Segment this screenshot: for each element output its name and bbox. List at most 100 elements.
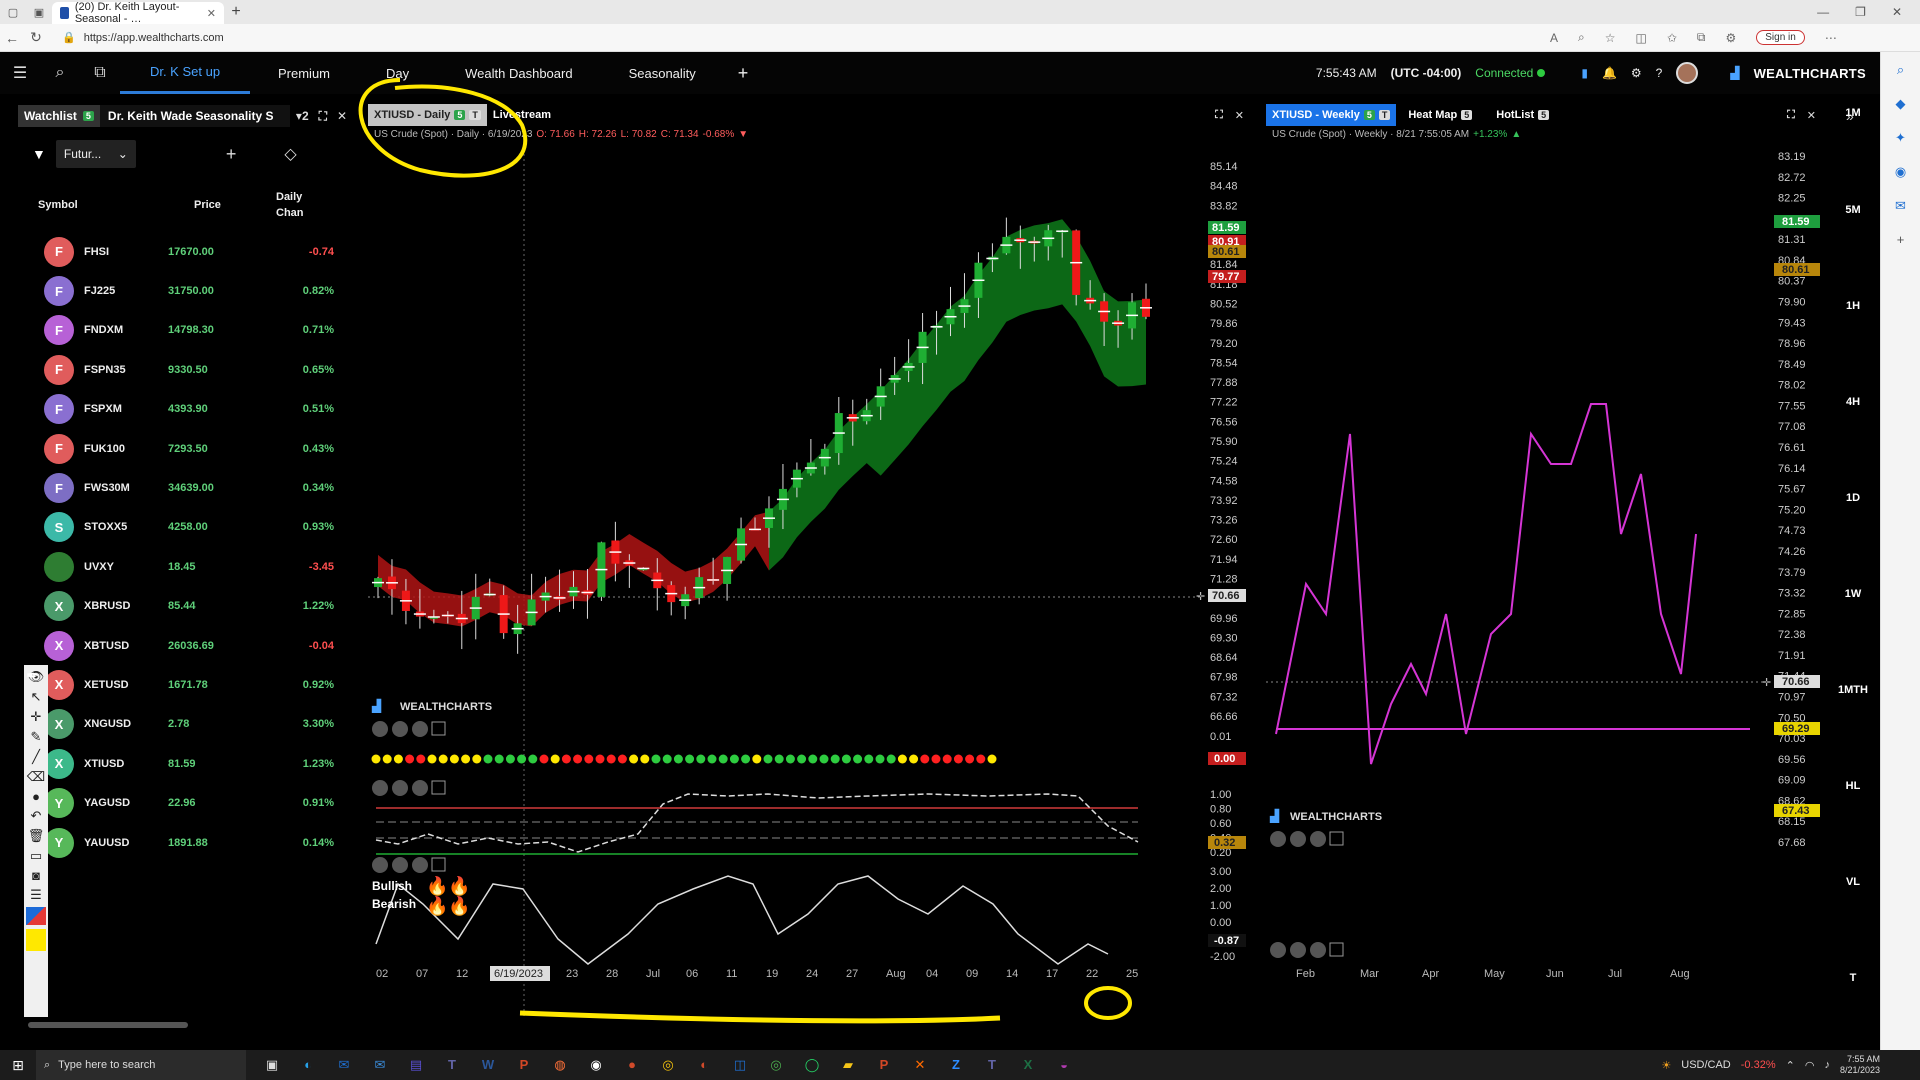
filter-icon[interactable]: ▼ xyxy=(32,146,46,162)
taskbar-search[interactable]: ⌕ Type here to search xyxy=(36,1050,246,1080)
timeframe-1w[interactable]: 1W xyxy=(1826,588,1880,600)
word-icon[interactable]: W xyxy=(476,1057,500,1073)
powerpoint2-icon[interactable]: P xyxy=(872,1057,896,1073)
taskbar-clock[interactable]: 7:55 AM 8/21/2023 xyxy=(1840,1054,1880,1076)
tag-icon[interactable]: ◇ xyxy=(284,144,296,164)
maximize-icon[interactable]: ⛶ xyxy=(1215,109,1223,122)
tab-watchlist[interactable]: Watchlist 5 xyxy=(18,105,100,127)
pane-add-icon[interactable] xyxy=(431,721,446,736)
col-price[interactable]: Price xyxy=(168,199,276,211)
watchlist-row[interactable]: F FNDXM 14798.30 0.71% xyxy=(18,311,356,350)
menu-icon[interactable]: ☰ xyxy=(0,63,40,83)
outlook2-icon[interactable]: ◫ xyxy=(728,1057,752,1073)
windows-start-icon[interactable]: ⊞ xyxy=(0,1057,36,1074)
pen-icon[interactable]: ✎ xyxy=(31,729,42,745)
color-palette-icon[interactable] xyxy=(26,907,46,925)
firefox-icon[interactable]: ◍ xyxy=(548,1057,572,1073)
search-icon[interactable]: ⌕ xyxy=(40,64,80,82)
pane-control-icon[interactable] xyxy=(1270,831,1286,847)
sign-in-button[interactable]: Sign in xyxy=(1756,30,1805,45)
tab-hotlist[interactable]: HotList 5 xyxy=(1490,104,1555,126)
tab-seasonality-watchlist[interactable]: Dr. Keith Wade Seasonality S xyxy=(99,105,290,127)
timeframe-5m[interactable]: 5M xyxy=(1826,204,1880,216)
tab-premium[interactable]: Premium xyxy=(250,52,358,94)
line-tool-icon[interactable]: ╱ xyxy=(32,749,40,765)
pane-add-icon[interactable] xyxy=(1329,831,1344,846)
watchlist-row[interactable]: F FHSI 17670.00 -0.74 xyxy=(18,232,356,271)
weekly-chart-canvas[interactable]: 83.1982.7282.2581.7881.3180.8480.3779.90… xyxy=(1266,144,1824,1034)
new-tab-icon[interactable]: + xyxy=(224,3,248,21)
tab-heat-map[interactable]: Heat Map 5 xyxy=(1402,104,1478,126)
timeframe-hl[interactable]: HL xyxy=(1826,780,1880,792)
watchlist-row[interactable]: F FSPXM 4393.90 0.51% xyxy=(18,390,356,429)
watchlist-row[interactable]: F FWS30M 34639.00 0.34% xyxy=(18,468,356,507)
watchlist-row[interactable]: X XBRUSD 85.44 1.22% xyxy=(18,587,356,626)
sidebar-tools-icon[interactable]: ✦ xyxy=(1895,130,1906,146)
sidebar-search-icon[interactable]: ⌕ xyxy=(1897,62,1904,78)
col-symbol[interactable]: Symbol xyxy=(18,199,168,211)
watchlist-row[interactable]: X XTIUSD 81.59 1.23% xyxy=(18,744,356,783)
timeframe-t[interactable]: T xyxy=(1826,972,1880,984)
sidebar-add-icon[interactable]: + xyxy=(1897,232,1905,247)
undo-icon[interactable]: ↶ xyxy=(31,808,42,824)
eye-icon[interactable]: 👁 xyxy=(28,669,45,685)
pane-control-icon[interactable] xyxy=(1270,942,1286,958)
outlook-icon[interactable]: ✉ xyxy=(332,1057,356,1073)
cursor-icon[interactable]: ↖ xyxy=(31,689,42,705)
close-panel-icon[interactable]: ✕ xyxy=(1807,109,1816,122)
pane-control-icon[interactable] xyxy=(392,780,408,796)
close-window-icon[interactable]: ✕ xyxy=(1892,5,1902,19)
highlight-color-swatch[interactable] xyxy=(26,929,46,951)
close-tab-icon[interactable]: ✕ xyxy=(207,7,216,20)
timeframe-1mth[interactable]: 1MTH xyxy=(1826,684,1880,696)
timeframe-4h[interactable]: 4H xyxy=(1826,396,1880,408)
timeframe-1d[interactable]: 1D xyxy=(1826,492,1880,504)
dot-icon[interactable]: ● xyxy=(32,789,40,804)
more-icon[interactable]: ⋯ xyxy=(1825,31,1837,45)
favorite-star-icon[interactable]: ☆ xyxy=(1605,31,1616,45)
pane-control-icon[interactable] xyxy=(372,857,388,873)
bell-icon[interactable]: 🔔 xyxy=(1602,66,1617,80)
timeframe-vl[interactable]: VL xyxy=(1826,876,1880,888)
trash-icon[interactable]: 🗑 xyxy=(28,828,45,844)
app4-icon[interactable]: ◒ xyxy=(1052,1057,1076,1073)
edge-icon[interactable]: ◐ xyxy=(296,1057,320,1073)
minimize-icon[interactable]: — xyxy=(1817,5,1829,19)
zoom-icon[interactable]: Z xyxy=(944,1057,968,1073)
pane-control-icon[interactable] xyxy=(1290,942,1306,958)
watchlist-row[interactable]: Y YAUUSD 1891.88 0.14% xyxy=(18,823,356,862)
browser-tab[interactable]: (20) Dr. Keith Layout-Seasonal - … ✕ xyxy=(52,1,224,25)
timeframe-1m[interactable]: 1M xyxy=(1826,107,1880,119)
bookmark-icon[interactable]: ▮ xyxy=(1581,66,1588,80)
watchlist-row[interactable]: X XBTUSD 26036.69 -0.04 xyxy=(18,626,356,665)
help-icon[interactable]: ? xyxy=(1656,66,1663,80)
tab-dropdown-icon[interactable]: ▾2 xyxy=(296,109,309,124)
watchlist-row[interactable]: X XNGUSD 2.78 3.30% xyxy=(18,705,356,744)
tab-seasonality[interactable]: Seasonality xyxy=(601,52,724,94)
pane-control-icon[interactable] xyxy=(372,721,388,737)
zoom-icon[interactable]: ⌕ xyxy=(1578,30,1585,45)
close-panel-icon[interactable]: ✕ xyxy=(337,109,347,124)
add-symbol-icon[interactable]: + xyxy=(226,144,237,165)
watchlist-row[interactable]: F FSPN35 9330.50 0.65% xyxy=(18,350,356,389)
timeframe-1h[interactable]: 1H xyxy=(1826,300,1880,312)
watchlist-row[interactable]: S STOXX5 4258.00 0.93% xyxy=(18,508,356,547)
tray-chevron-icon[interactable]: ⌃ xyxy=(1786,1059,1795,1072)
pane-add-icon[interactable] xyxy=(1329,942,1344,957)
screen-icon[interactable]: ▭ xyxy=(30,848,42,864)
pane-control-icon[interactable] xyxy=(1290,831,1306,847)
layouts-icon[interactable]: ⧉ xyxy=(80,64,120,82)
watchlist-scrollbar[interactable] xyxy=(28,1022,188,1028)
crosshair-icon[interactable]: ✛ xyxy=(31,709,42,725)
tab-xtiusd-daily[interactable]: XTIUSD - Daily 5 T xyxy=(368,104,487,126)
pane-control-icon[interactable] xyxy=(392,721,408,737)
tab-livestream[interactable]: Livestream xyxy=(487,104,557,126)
extensions-icon[interactable]: ⚙ xyxy=(1726,31,1737,45)
back-icon[interactable]: ← xyxy=(0,30,24,46)
tab-day[interactable]: Day xyxy=(358,52,437,94)
app-icon[interactable]: ● xyxy=(620,1057,644,1073)
volume-icon[interactable]: ♪ xyxy=(1824,1059,1830,1071)
eraser-icon[interactable]: ⌫ xyxy=(27,769,45,785)
category-select[interactable]: Futur... ⌄ xyxy=(55,140,136,168)
col-daily-change[interactable]: Daily Chan xyxy=(276,189,316,221)
